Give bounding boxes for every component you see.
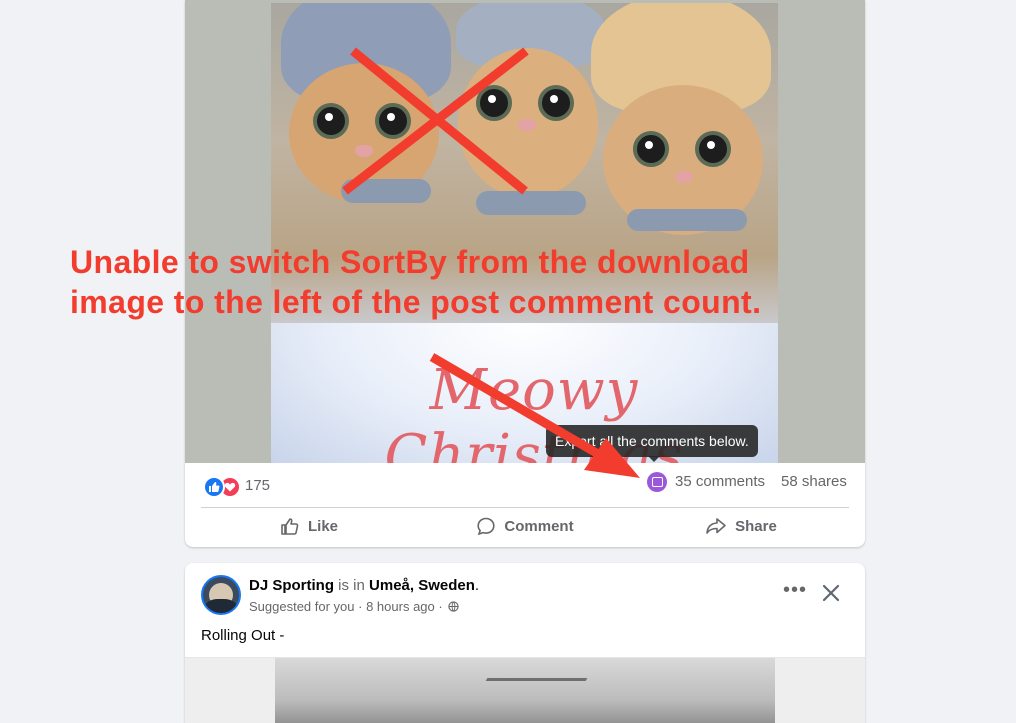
avatar[interactable]: [201, 575, 241, 615]
post-media-2[interactable]: [185, 657, 865, 723]
close-icon[interactable]: [819, 581, 843, 605]
like-icon: [281, 518, 299, 535]
post-meta: Suggested for you · 8 hours ago ·: [249, 599, 460, 614]
post-photo-2[interactable]: [275, 658, 775, 723]
post-photo[interactable]: Meowy Christmas: [271, 3, 778, 463]
header-suffix: .: [474, 577, 480, 594]
red-cross-mark: [342, 47, 529, 195]
like-button[interactable]: Like: [201, 508, 417, 544]
annotation-line-1: Unable to switch SortBy from the downloa…: [70, 244, 750, 280]
post-timestamp[interactable]: 8 hours ago: [366, 599, 435, 614]
share-button[interactable]: Share: [633, 508, 849, 544]
comment-label: Comment: [504, 517, 574, 535]
share-label: Share: [735, 517, 777, 535]
more-icon[interactable]: •••: [781, 580, 809, 605]
tooltip-caret: [648, 456, 660, 462]
globe-icon: [448, 601, 460, 612]
comment-button[interactable]: Comment: [417, 508, 633, 544]
reaction-count[interactable]: 175: [245, 477, 270, 494]
post-actions: Like Comment Share: [201, 508, 849, 544]
bug-annotation: Unable to switch SortBy from the downloa…: [70, 242, 830, 322]
suggested-label: Suggested for you: [249, 599, 355, 614]
export-extension-icon[interactable]: [647, 472, 667, 492]
location-link[interactable]: Umeå, Sweden: [369, 577, 475, 594]
post-stats: 175 35 comments 58 shares: [201, 463, 849, 508]
thumbs-up-icon[interactable]: [203, 476, 225, 498]
post-card-2: DJ Sporting is in Umeå, Sweden. Suggeste…: [185, 563, 865, 723]
like-label: Like: [307, 517, 338, 535]
post-media[interactable]: Meowy Christmas: [185, 0, 865, 463]
annotation-line-2: image to the left of the post comment co…: [70, 284, 762, 320]
share-icon: [706, 518, 726, 534]
export-comments-tooltip: Export all the comments below.: [546, 425, 758, 457]
is-in-text: is in: [338, 577, 365, 594]
comments-count-link[interactable]: 35 comments: [675, 473, 765, 490]
comment-icon: [477, 517, 496, 536]
post-text: Rolling Out -: [201, 627, 285, 644]
post-header: DJ Sporting is in Umeå, Sweden.: [249, 577, 479, 594]
shares-count-link[interactable]: 58 shares: [781, 473, 847, 490]
author-name-link[interactable]: DJ Sporting: [249, 577, 334, 594]
